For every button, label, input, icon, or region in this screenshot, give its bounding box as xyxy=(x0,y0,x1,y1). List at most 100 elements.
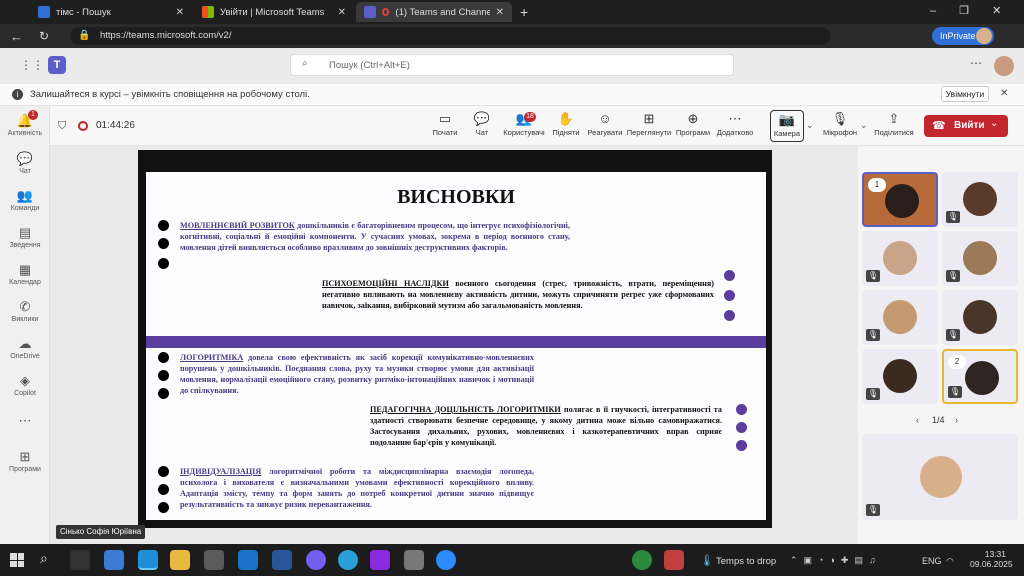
outlook-icon[interactable] xyxy=(238,550,258,570)
user-avatar[interactable] xyxy=(994,56,1014,76)
hand-icon: ✋ xyxy=(557,111,575,126)
rail-item-summary[interactable]: ▤ Зведення xyxy=(0,224,50,258)
window-controls[interactable]: – ❐ ✕ xyxy=(930,4,1001,17)
rail-item-calls[interactable]: ✆ Виклики xyxy=(0,298,50,332)
rail-item-activity[interactable]: 🔔 Активність xyxy=(0,112,50,146)
store-icon[interactable] xyxy=(204,550,224,570)
bullet xyxy=(158,258,169,269)
more-button[interactable]: ⋯ Додатково xyxy=(714,110,756,142)
start-icon[interactable] xyxy=(10,553,24,567)
presentation-slide: ВИСНОВКИ МОВЛЕННЄВИЙ РОЗВИТОК дошкільник… xyxy=(146,172,766,520)
tab-login[interactable]: Увійти | Microsoft Teams ✕ xyxy=(194,2,354,22)
telegram-icon[interactable] xyxy=(338,550,358,570)
self-view-tile[interactable]: 🎙 xyxy=(862,434,1018,520)
participant-tile[interactable]: 1 xyxy=(862,172,938,227)
refresh-icon[interactable]: ↻ xyxy=(39,29,49,43)
more-icon: ⋯ xyxy=(728,111,742,126)
search-input[interactable]: Пошук (Ctrl+Alt+E) xyxy=(290,54,734,76)
more-options-icon[interactable]: ⋯ xyxy=(970,56,982,70)
url-bar[interactable]: https://teams.microsoft.com/v2/ xyxy=(70,27,830,45)
participant-tile[interactable]: 🎙 xyxy=(862,349,938,404)
tab-search[interactable]: тімс - Пошук ✕ xyxy=(30,2,192,22)
chat-icon: 💬 xyxy=(473,111,491,126)
apps-button[interactable]: ⊕ Програми xyxy=(674,110,712,142)
rail-item-onedrive[interactable]: ☁ OneDrive xyxy=(0,335,50,369)
app-icon[interactable] xyxy=(664,550,684,570)
tab-title: тімс - Пошук xyxy=(56,6,111,18)
mic-off-icon: 🎙 xyxy=(866,329,880,341)
rail-item-chat[interactable]: 💬 Чат xyxy=(0,150,50,184)
word-icon[interactable] xyxy=(272,550,292,570)
rail-item-apps[interactable]: ⊞ Програми xyxy=(0,448,50,482)
bullet xyxy=(736,440,747,451)
more-apps-icon[interactable]: ⋯ xyxy=(0,412,50,446)
paragraph-speech-development: МОВЛЕННЄВИЙ РОЗВИТОК дошкільників є бага… xyxy=(180,221,570,252)
enable-notifications-button[interactable]: Увімкнути xyxy=(941,86,989,102)
chevron-right-icon[interactable]: › xyxy=(955,415,958,425)
app-icon[interactable] xyxy=(632,550,652,570)
participant-tile[interactable]: 🎙 xyxy=(862,290,938,345)
profile-avatar[interactable] xyxy=(976,28,992,44)
edge-icon[interactable] xyxy=(138,550,158,570)
chat-icon: 💬 xyxy=(16,151,34,166)
mic-off-icon: 🎙 xyxy=(946,270,960,282)
chevron-left-icon[interactable]: ‹ xyxy=(916,415,919,425)
react-button[interactable]: ☺ Реагувати xyxy=(586,110,624,142)
tray-icons[interactable]: ⌃▣◔◑✚▤♫ xyxy=(790,555,882,566)
app-launcher-icon[interactable]: ⋮⋮ xyxy=(20,58,44,72)
participant-tile[interactable]: 🎙 xyxy=(942,290,1018,345)
new-tab-icon[interactable]: + xyxy=(520,4,528,20)
avatar xyxy=(963,241,997,275)
back-icon[interactable]: ← xyxy=(10,29,23,44)
participant-tile[interactable]: 🎙 xyxy=(942,172,1018,227)
bell-icon: 🔔 xyxy=(16,113,34,128)
zoom-icon[interactable] xyxy=(436,550,456,570)
app-icon[interactable] xyxy=(404,550,424,570)
participant-tile[interactable]: 🎙 xyxy=(862,231,938,286)
copilot-icon: ◈ xyxy=(20,373,30,388)
participant-tile[interactable]: 🎙 xyxy=(942,231,1018,286)
app-icon[interactable] xyxy=(370,550,390,570)
weather-text[interactable]: Temps to drop xyxy=(716,556,776,567)
chevron-down-icon[interactable]: ⌄ xyxy=(990,118,998,129)
bullet xyxy=(158,484,169,495)
view-button[interactable]: ⊞ Переглянути xyxy=(626,110,672,142)
clock[interactable]: 13:31 09.06.2025 xyxy=(970,549,1013,569)
network-icon[interactable]: ◠ xyxy=(946,556,954,567)
bullet xyxy=(158,370,169,381)
mic-button[interactable]: 🎙 Мікрофон xyxy=(818,110,862,142)
avatar xyxy=(963,182,997,216)
call-timer: 01:44:26 xyxy=(96,120,135,131)
close-icon[interactable]: ✕ xyxy=(496,7,504,18)
camera-button[interactable]: 📷 Камера xyxy=(770,110,804,142)
start-button[interactable]: ▭ Почати xyxy=(428,110,462,142)
file-explorer-icon[interactable] xyxy=(170,550,190,570)
rail-item-teams[interactable]: 👥 Команди xyxy=(0,187,50,221)
close-icon[interactable]: ✕ xyxy=(338,7,346,18)
recording-icon xyxy=(382,8,390,16)
language-indicator[interactable]: ENG xyxy=(922,556,942,566)
search-icon[interactable]: ⌕ xyxy=(40,550,48,567)
tab-title: (1) Teams and Channels | Зас xyxy=(395,6,490,18)
info-icon: i xyxy=(12,89,23,100)
share-button[interactable]: ⇪ Поділитися xyxy=(872,110,916,142)
teams-icon xyxy=(364,6,376,18)
close-icon[interactable]: ✕ xyxy=(176,7,184,18)
grid-icon: ⊞ xyxy=(643,111,655,126)
participant-tile[interactable]: 2 🎙 xyxy=(942,349,1018,404)
calendar-icon: ▦ xyxy=(18,262,32,277)
copilot-icon[interactable] xyxy=(104,550,124,570)
mic-off-icon: 🎙 xyxy=(866,270,880,282)
tab-teams[interactable]: (1) Teams and Channels | Зас ✕ xyxy=(356,2,512,22)
bullet xyxy=(724,290,735,301)
close-icon[interactable]: ✕ xyxy=(1000,88,1008,99)
task-view-icon[interactable] xyxy=(70,550,90,570)
viber-icon[interactable] xyxy=(306,550,326,570)
rail-item-copilot[interactable]: ◈ Copilot xyxy=(0,372,50,406)
chevron-down-icon[interactable]: ⌄ xyxy=(806,120,814,131)
phone-hangup-icon: ☎ xyxy=(932,120,946,132)
rail-item-calendar[interactable]: ▦ Календар xyxy=(0,261,50,295)
chevron-down-icon[interactable]: ⌄ xyxy=(860,120,868,131)
chat-button[interactable]: 💬 Чат xyxy=(468,110,496,142)
raise-hand-button[interactable]: ✋ Підняти xyxy=(550,110,582,142)
